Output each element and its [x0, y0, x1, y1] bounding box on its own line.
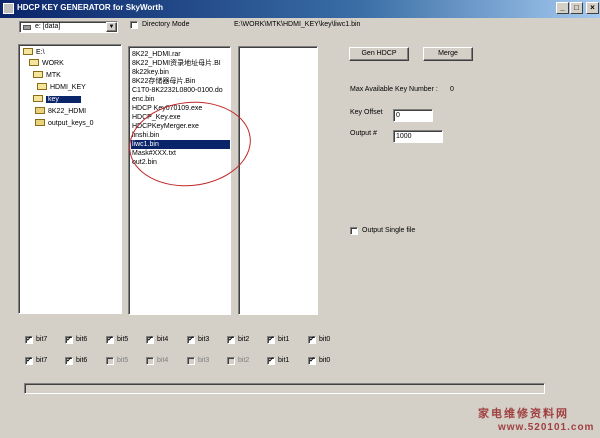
directory-mode-checkbox[interactable]	[130, 21, 138, 29]
bit-checkbox-disabled	[227, 357, 235, 365]
bit-checkbox-disabled	[187, 357, 195, 365]
bit-label: bit1	[278, 336, 290, 343]
bit-checkbox[interactable]: ✓	[65, 357, 73, 365]
bit-label: bit2	[238, 357, 250, 364]
bit-label: bit7	[36, 336, 48, 343]
folder-open-icon	[23, 47, 33, 55]
bit-checkbox[interactable]: ✓	[25, 336, 33, 344]
progress-bar	[24, 383, 545, 394]
close-button[interactable]: ×	[586, 2, 599, 14]
output-single-file-checkbox[interactable]	[350, 227, 358, 235]
tree-item[interactable]: E:\	[23, 47, 45, 57]
watermark-url: www.520101.com	[498, 422, 595, 433]
tree-item[interactable]: MTK	[33, 70, 61, 80]
max-key-value: 0	[450, 86, 454, 93]
folder-icon	[35, 106, 45, 114]
bit-checkbox[interactable]: ✓	[25, 357, 33, 365]
bit-label: bit0	[319, 336, 331, 343]
drive-icon	[23, 25, 31, 30]
folder-tree[interactable]: E:\ WORK MTK HDMI_KEY key 8K22_HDMI outp…	[18, 44, 122, 314]
bit-checkbox[interactable]: ✓	[106, 336, 114, 344]
bit-checkbox[interactable]: ✓	[65, 336, 73, 344]
bit-checkbox[interactable]: ✓	[267, 336, 275, 344]
bit-label: bit5	[117, 357, 129, 364]
key-offset-input[interactable]: 0	[393, 109, 433, 122]
bit-label: bit6	[76, 357, 88, 364]
file-item[interactable]: 8k22key.bin	[131, 68, 230, 77]
bit-label: bit7	[36, 357, 48, 364]
bit-label: bit1	[278, 357, 290, 364]
gen-hdcp-button[interactable]: Gen HDCP	[349, 47, 409, 61]
max-key-label: Max Available Key Number :	[350, 86, 438, 93]
file-item[interactable]: 8K22_HDMI资录地址母片.BI	[131, 59, 230, 68]
output-single-file-label: Output Single file	[362, 227, 416, 234]
bit-checkbox[interactable]: ✓	[267, 357, 275, 365]
tree-item[interactable]: WORK	[29, 58, 64, 68]
tree-item[interactable]: HDMI_KEY	[37, 82, 86, 92]
window-title: HDCP KEY GENERATOR for SkyWorth	[17, 3, 163, 12]
bit-checkbox[interactable]: ✓	[187, 336, 195, 344]
chevron-down-icon[interactable]: ▼	[106, 22, 117, 32]
tree-item[interactable]: output_keys_0	[35, 118, 94, 128]
current-path: E:\WORK\MTK\HDMI_KEY\key\liwc1.bin	[234, 21, 361, 28]
watermark-text: 家电维修资料网	[478, 408, 569, 420]
drive-select[interactable]: e: [data] ▼	[19, 21, 118, 33]
bit-checkbox[interactable]: ✓	[227, 336, 235, 344]
minimize-button[interactable]: _	[556, 2, 569, 14]
tree-item-selected[interactable]: key	[33, 94, 121, 104]
output-number-input[interactable]: 1000	[393, 130, 443, 143]
output-number-label: Output #	[350, 130, 377, 137]
bit-label: bit5	[117, 336, 129, 343]
file-item[interactable]: 8K22存储器母片.Bin	[131, 77, 230, 86]
maximize-button[interactable]: □	[570, 2, 583, 14]
folder-open-icon	[33, 70, 43, 78]
bit-checkbox-disabled	[106, 357, 114, 365]
output-list[interactable]	[238, 46, 318, 315]
bit-checkbox[interactable]: ✓	[308, 336, 316, 344]
bit-label: bit6	[76, 336, 88, 343]
folder-open-icon	[37, 82, 47, 90]
bit-label: bit4	[157, 336, 169, 343]
app-icon	[3, 3, 14, 14]
tree-item[interactable]: 8K22_HDMI	[35, 106, 86, 116]
bit-label: bit3	[198, 336, 210, 343]
merge-button[interactable]: Merge	[423, 47, 473, 61]
folder-open-icon	[33, 94, 43, 102]
bit-label: bit3	[198, 357, 210, 364]
bit-checkbox[interactable]: ✓	[308, 357, 316, 365]
folder-icon	[35, 118, 45, 126]
bit-label: bit0	[319, 357, 331, 364]
bit-checkbox[interactable]: ✓	[146, 336, 154, 344]
key-offset-label: Key Offset	[350, 109, 383, 116]
bit-label: bit2	[238, 336, 250, 343]
bit-label: bit4	[157, 357, 169, 364]
file-item[interactable]: 8K22_HDMI.rar	[131, 50, 230, 59]
drive-value: e: [data]	[35, 23, 61, 30]
bit-checkbox-disabled	[146, 357, 154, 365]
directory-mode-label: Directory Mode	[142, 21, 190, 28]
file-item[interactable]: C1T0-8K2232L0800-0100.do	[131, 86, 230, 95]
folder-open-icon	[29, 58, 39, 66]
